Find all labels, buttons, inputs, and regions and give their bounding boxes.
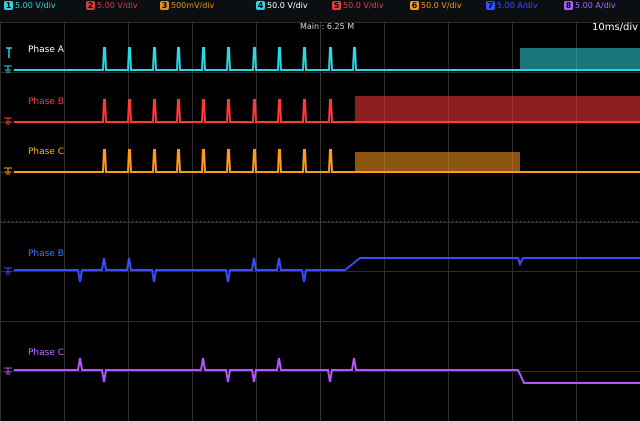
phase-b-current-trace [14,257,640,283]
trace-label-phase-c-current: Phase C [28,348,65,358]
trigger-marker-icon [6,47,12,58]
trace-label-phase-b-current: Phase B [28,249,64,259]
main-readout: Main : 6.25 M [300,22,355,31]
phase-a-voltage-trace-burst [520,48,640,70]
trace-label-phase-a: Phase A [28,45,64,55]
trace-label-phase-c: Phase C [28,147,65,157]
phase-b-voltage-trace-burst [355,96,640,122]
phase-c-voltage-trace-burst [355,152,520,172]
ground-marker-icon [4,117,12,125]
trace-label-phase-b: Phase B [28,97,64,107]
waveform-display [0,22,640,421]
timebase-readout: 10ms/div [592,22,639,33]
phase-c-current-trace [14,357,640,384]
ground-marker-icon [4,65,12,73]
phase-c-voltage-trace [14,149,640,173]
ground-marker-icon [4,167,12,175]
